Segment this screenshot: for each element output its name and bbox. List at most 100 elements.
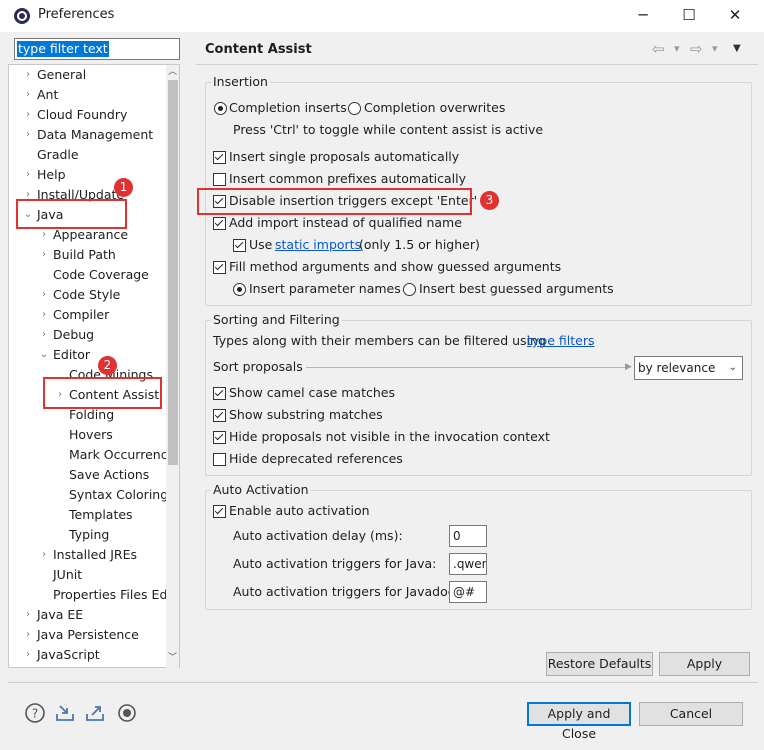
preferences-window: Preferences ─ ☐ ✕ type filter text › Gene… [0,0,764,750]
collapsed-chevron-icon[interactable]: › [21,85,35,105]
static-imports-link[interactable]: static imports [275,237,361,253]
enable-auto-activation-checkbox[interactable] [213,505,226,518]
expanded-chevron-icon[interactable]: ⌄ [37,345,51,365]
apply-button[interactable]: Apply [659,652,750,676]
cancel-button[interactable]: Cancel [639,702,743,726]
close-button[interactable]: ✕ [712,0,758,32]
sort-proposals-select[interactable]: by relevance ⌄ [634,356,743,380]
collapsed-chevron-icon[interactable]: › [21,65,35,85]
tree-item-compiler[interactable]: › Compiler [9,305,179,325]
collapsed-chevron-icon[interactable]: › [37,245,51,265]
tree-item-label: Data Management [37,127,154,142]
completion-inserts-label: Completion inserts [229,100,347,115]
scroll-down-icon[interactable]: ﹀ [167,652,178,664]
common-prefixes-checkbox[interactable] [213,173,226,186]
tree-item-help[interactable]: › Help [9,165,179,185]
java-triggers-input[interactable]: .qwer [449,553,487,575]
filter-input[interactable]: type filter text [14,38,180,60]
tree-item-label: Templates [69,507,133,522]
chevron-down-icon: ⌄ [728,362,737,373]
tree-item-java-persistence[interactable]: › Java Persistence [9,625,179,645]
tree-item-installed-jres[interactable]: › Installed JREs [9,545,179,565]
collapsed-chevron-icon[interactable]: › [21,605,35,625]
fill-method-checkbox[interactable] [213,261,226,274]
record-icon[interactable] [116,702,138,724]
back-dropdown-icon[interactable]: ▾ [674,42,680,55]
tree-item-templates[interactable]: Templates [9,505,179,525]
collapsed-chevron-icon[interactable]: › [21,165,35,185]
collapsed-chevron-icon[interactable]: › [21,645,35,665]
static-imports-checkbox[interactable] [233,239,246,252]
tree-item-label: JavaScript [37,647,100,662]
view-menu-icon[interactable]: ▼ [733,43,741,54]
tree-item-code-coverage[interactable]: Code Coverage [9,265,179,285]
tree-item-save-actions[interactable]: Save Actions [9,465,179,485]
tree-item-data-management[interactable]: › Data Management [9,125,179,145]
help-icon[interactable]: ? [24,702,46,724]
delay-input[interactable]: 0 [449,525,487,547]
tree-item-java-ee[interactable]: › Java EE [9,605,179,625]
restore-defaults-button[interactable]: Restore Defaults [546,652,653,676]
tree-item-cloud-foundry[interactable]: › Cloud Foundry [9,105,179,125]
insert-best-guessed-radio[interactable] [403,283,416,296]
import-icon[interactable] [54,702,76,724]
insert-param-names-radio[interactable] [233,283,246,296]
hide-not-visible-checkbox[interactable] [213,431,226,444]
single-proposals-label: Insert single proposals automatically [229,149,460,164]
tree-item-code-style[interactable]: › Code Style [9,285,179,305]
collapsed-chevron-icon[interactable]: › [21,125,35,145]
tree-item-junit[interactable]: JUnit [9,565,179,585]
types-filter-text: Types along with their members can be fi… [213,333,546,348]
completion-overwrites-radio[interactable] [348,102,361,115]
type-filters-link[interactable]: type filters [527,333,595,349]
collapsed-chevron-icon[interactable]: › [21,105,35,125]
tree-item-label: Java EE [37,607,84,622]
tree-item-gradle[interactable]: Gradle [9,145,179,165]
apply-and-close-button[interactable]: Apply and Close [527,702,631,741]
tree-item-label: Code Coverage [53,267,149,282]
camel-case-label: Show camel case matches [229,385,395,400]
enable-auto-activation-label: Enable auto activation [229,503,370,518]
tree-item-debug[interactable]: › Debug [9,325,179,345]
tree-item-typing[interactable]: Typing [9,525,179,545]
tree-item-label: Compiler [53,307,110,322]
add-import-checkbox[interactable] [213,217,226,230]
forward-dropdown-icon[interactable]: ▾ [712,42,718,55]
tree-item-general[interactable]: › General [9,65,179,85]
sort-proposals-label: Sort proposals [213,359,303,374]
forward-arrow-icon[interactable]: ⇨ [690,40,703,58]
collapsed-chevron-icon[interactable]: › [37,285,51,305]
camel-case-checkbox[interactable] [213,387,226,400]
tree-item-hovers[interactable]: Hovers [9,425,179,445]
tree-item-ant[interactable]: › Ant [9,85,179,105]
tree-item-mark-occurrences[interactable]: Mark Occurrences [9,445,179,465]
substring-checkbox[interactable] [213,409,226,422]
back-arrow-icon[interactable]: ⇦ [652,40,665,58]
minimize-button[interactable]: ─ [620,0,666,32]
completion-inserts-radio[interactable] [214,102,227,115]
tree-item-properties-files-editor[interactable]: Properties Files Editor [9,585,179,605]
collapsed-chevron-icon[interactable]: › [37,325,51,345]
collapsed-chevron-icon[interactable]: › [21,625,35,645]
maximize-button[interactable]: ☐ [666,0,712,32]
export-icon[interactable] [84,702,106,724]
fill-method-label: Fill method arguments and show guessed a… [229,259,562,274]
insertion-group-label: Insertion [211,74,270,89]
tree-scrollbar-thumb[interactable] [168,80,178,465]
single-proposals-checkbox[interactable] [213,151,226,164]
hide-deprecated-checkbox[interactable] [213,453,226,466]
tree-item-syntax-coloring[interactable]: Syntax Coloring [9,485,179,505]
scroll-up-icon[interactable]: ︿ [167,66,178,78]
tree-item-label: Hovers [69,427,113,442]
javadoc-triggers-input[interactable]: @# [449,581,487,603]
leader-arrow-icon: ▶ [625,362,632,372]
annotation-badge-2: 2 [98,356,117,375]
tree-item-editor[interactable]: ⌄ Editor [9,345,179,365]
tree-item-label: Gradle [37,147,79,162]
tree-item-build-path[interactable]: › Build Path [9,245,179,265]
tree-item-javascript[interactable]: › JavaScript [9,645,179,665]
collapsed-chevron-icon[interactable]: › [37,305,51,325]
collapsed-chevron-icon[interactable]: › [37,545,51,565]
